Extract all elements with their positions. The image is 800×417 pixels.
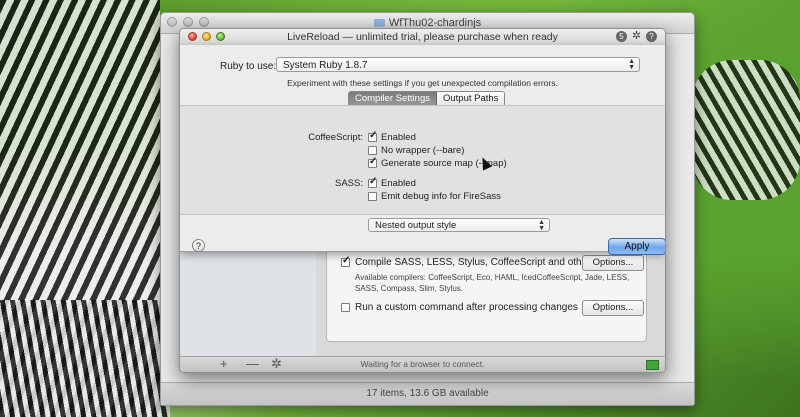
compiler-settings-sheet: Ruby to use: System Ruby 1.8.7 ▲ ▼ Experi… <box>180 45 665 255</box>
apply-button[interactable]: Apply <box>608 238 665 255</box>
project-content: Compile SASS, LESS, Stylus, CoffeeScript… <box>316 251 665 357</box>
help-button[interactable]: ? <box>192 239 205 252</box>
firesass-checkbox[interactable] <box>368 192 377 201</box>
source-map-checkbox[interactable] <box>368 159 377 168</box>
custom-command-checkbox[interactable] <box>341 303 350 312</box>
coffeescript-label: CoffeeScript: <box>308 132 363 143</box>
compiler-settings-panel: CoffeeScript: Enabled No wrapper (--bare… <box>180 105 665 215</box>
custom-command-row[interactable]: Run a custom command after processing ch… <box>341 302 578 313</box>
firesass-label: Emit debug info for FireSass <box>381 191 501 202</box>
firesass-row[interactable]: Emit debug info for FireSass <box>368 191 501 202</box>
updown-arrows-icon: ▲ ▼ <box>628 58 635 71</box>
sass-enabled-checkbox[interactable] <box>368 179 377 188</box>
sass-label: SASS: <box>335 178 363 189</box>
coffeescript-enabled-checkbox[interactable] <box>368 133 377 142</box>
settings-hint: Experiment with these settings if you ge… <box>287 78 558 88</box>
zebra-area-right <box>692 60 800 200</box>
zebra-area-bottom-left <box>0 300 170 417</box>
no-wrapper-label: No wrapper (--bare) <box>381 145 465 156</box>
project-sidebar[interactable] <box>180 251 317 357</box>
options-group: Compile SASS, LESS, Stylus, CoffeeScript… <box>326 251 647 342</box>
tab-compiler-settings[interactable]: Compiler Settings <box>349 92 437 106</box>
custom-command-label: Run a custom command after processing ch… <box>355 302 578 313</box>
coffeescript-enabled-label: Enabled <box>381 132 416 143</box>
compile-row[interactable]: Compile SASS, LESS, Stylus, CoffeeScript… <box>341 257 596 268</box>
ruby-select-value: System Ruby 1.8.7 <box>283 60 368 71</box>
custom-command-options-button[interactable]: Options... <box>582 300 644 316</box>
help-icon[interactable]: ? <box>646 31 657 42</box>
livereload-window: LiveReload — unlimited trial, please pur… <box>179 28 666 373</box>
ruby-label: Ruby to use: <box>220 61 277 72</box>
compile-label: Compile SASS, LESS, Stylus, CoffeeScript… <box>355 257 596 268</box>
output-style-select[interactable]: Nested output style ▲ ▼ <box>368 218 550 232</box>
finder-status-bar: 17 items, 13.6 GB available <box>161 382 694 405</box>
livereload-titlebar[interactable]: LiveReload — unlimited trial, please pur… <box>180 29 665 46</box>
sass-enabled-row[interactable]: Enabled <box>368 178 416 189</box>
no-wrapper-checkbox[interactable] <box>368 146 377 155</box>
updown-arrows-icon: ▲ ▼ <box>538 219 545 232</box>
connection-status: Waiting for a browser to connect. <box>360 359 485 369</box>
folder-icon <box>373 19 385 27</box>
window-title: LiveReload — unlimited trial, please pur… <box>287 31 558 43</box>
output-style-value: Nested output style <box>375 220 457 231</box>
badge-icon[interactable]: 5 <box>616 31 627 42</box>
gear-icon[interactable]: ✲ <box>631 31 642 42</box>
compile-options-button[interactable]: Options... <box>582 255 644 271</box>
sass-enabled-label: Enabled <box>381 178 416 189</box>
compilers-note: Available compilers: CoffeeScript, Eco, … <box>355 273 630 293</box>
no-wrapper-row[interactable]: No wrapper (--bare) <box>368 145 464 156</box>
compile-checkbox[interactable] <box>341 258 350 267</box>
bottom-toolbar: + — ✲ Waiting for a browser to connect. <box>180 356 665 372</box>
tab-output-paths[interactable]: Output Paths <box>436 92 505 106</box>
status-indicator <box>646 360 659 370</box>
ruby-select[interactable]: System Ruby 1.8.7 ▲ ▼ <box>276 57 640 72</box>
coffeescript-enabled-row[interactable]: Enabled <box>368 132 416 143</box>
